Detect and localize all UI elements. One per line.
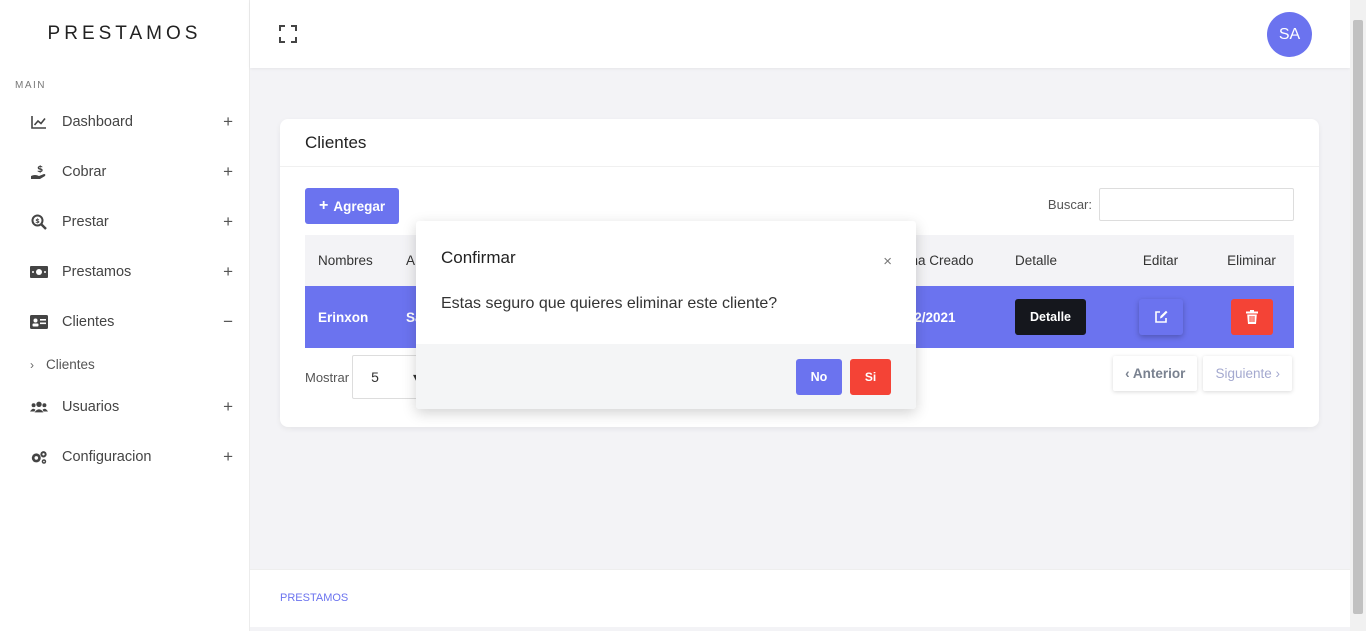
no-button[interactable]: No — [796, 359, 842, 395]
next-page-button[interactable]: Siguiente › — [1203, 356, 1292, 391]
confirm-dialog: Confirmar × Estas seguro que quieres eli… — [416, 221, 916, 409]
card-title: Clientes — [280, 119, 1319, 167]
brand-logo[interactable]: PRESTAMOS — [0, 0, 249, 68]
sidebar-item-label: Usuarios — [62, 399, 120, 415]
sidebar-item-label: Prestar — [62, 214, 109, 230]
scrollbar[interactable] — [1350, 0, 1366, 631]
cell-eliminar — [1209, 286, 1294, 348]
collapse-icon: − — [223, 312, 233, 331]
edit-button[interactable] — [1138, 299, 1183, 335]
gears-icon — [30, 448, 48, 466]
sidebar-item-label: Dashboard — [62, 114, 133, 130]
sidebar-item-usuarios[interactable]: Usuarios + — [0, 382, 249, 432]
previous-page-button[interactable]: ‹ Anterior — [1113, 356, 1198, 391]
sidebar-item-clientes[interactable]: Clientes − — [0, 297, 249, 347]
sidebar: PRESTAMOS MAIN Dashboard + $ Cobrar + $ … — [0, 0, 250, 631]
page-size-value: 5 — [371, 369, 379, 385]
expand-icon: + — [223, 397, 233, 416]
sidebar-item-label: Prestamos — [62, 264, 132, 280]
expand-icon: + — [223, 262, 233, 281]
column-header-detalle[interactable]: Detalle — [1002, 235, 1112, 286]
avatar[interactable]: SA — [1267, 12, 1312, 57]
chevron-right-icon: › — [1275, 366, 1281, 381]
delete-button[interactable] — [1230, 299, 1273, 335]
chart-line-icon — [30, 113, 48, 131]
sidebar-item-configuracion[interactable]: Configuracion + — [0, 432, 249, 482]
previous-page-label: Anterior — [1132, 366, 1186, 381]
sidebar-item-cobrar[interactable]: $ Cobrar + — [0, 147, 249, 197]
sidebar-item-label: Configuracion — [62, 449, 152, 465]
page-size-label: Mostrar — [305, 369, 350, 385]
footer-brand: PRESTAMOS — [280, 592, 349, 604]
sidebar-item-dashboard[interactable]: Dashboard + — [0, 97, 249, 147]
yes-button[interactable]: Si — [850, 359, 891, 395]
sidebar-section-label: MAIN — [15, 80, 46, 91]
search-input[interactable] — [1099, 188, 1294, 221]
fullscreen-icon[interactable] — [278, 24, 298, 44]
sidebar-item-label: Cobrar — [62, 164, 107, 180]
expand-icon: + — [223, 162, 233, 181]
sidebar-item-label: Clientes — [62, 314, 115, 330]
add-client-button[interactable]: + Agregar — [305, 188, 400, 224]
users-icon — [30, 398, 48, 416]
svg-text:$: $ — [35, 217, 40, 225]
chevron-right-icon: › — [30, 357, 34, 372]
id-card-icon — [30, 313, 48, 331]
cell-nombres: Erinxon — [318, 309, 369, 325]
column-header-eliminar[interactable]: Eliminar — [1209, 235, 1294, 286]
search-group: Buscar: — [1048, 188, 1294, 221]
search-label: Buscar: — [1047, 197, 1092, 212]
dialog-title: Confirmar — [441, 248, 516, 267]
close-icon[interactable]: × — [883, 253, 892, 270]
add-client-label: Agregar — [333, 198, 386, 214]
page-size-group: Mostrar 5 ▾ — [305, 355, 433, 399]
sidebar-subitem-clientes[interactable]: › Clientes — [0, 347, 249, 382]
scrollbar-thumb[interactable] — [1353, 20, 1363, 614]
cell-detalle: Detalle — [1002, 286, 1112, 348]
expand-icon: + — [223, 212, 233, 231]
edit-icon — [1154, 310, 1167, 323]
search-dollar-icon: $ — [30, 213, 48, 231]
expand-icon: + — [223, 447, 233, 466]
dialog-footer: No Si — [416, 344, 916, 409]
plus-icon: + — [319, 197, 329, 214]
sidebar-subitem-label: Clientes — [46, 357, 95, 372]
chevron-left-icon: ‹ — [1125, 366, 1130, 381]
expand-icon: + — [223, 112, 233, 131]
dialog-message: Estas seguro que quieres eliminar este c… — [441, 295, 778, 312]
topbar: SA — [250, 0, 1350, 68]
money-bill-icon — [30, 263, 48, 281]
column-header-editar[interactable]: Editar — [1112, 235, 1209, 286]
pagination: ‹ Anterior Siguiente › — [1113, 356, 1292, 391]
footer: PRESTAMOS — [250, 569, 1350, 627]
svg-text:$: $ — [37, 165, 43, 175]
sidebar-item-prestamos[interactable]: Prestamos + — [0, 247, 249, 297]
column-header-nombres[interactable]: Nombres — [305, 235, 393, 286]
detalle-button[interactable]: Detalle — [1015, 299, 1086, 335]
trash-icon — [1245, 310, 1258, 324]
cell-editar — [1112, 286, 1209, 348]
next-page-label: Siguiente — [1215, 366, 1272, 381]
sidebar-item-prestar[interactable]: $ Prestar + — [0, 197, 249, 247]
hand-coin-icon: $ — [30, 163, 48, 181]
